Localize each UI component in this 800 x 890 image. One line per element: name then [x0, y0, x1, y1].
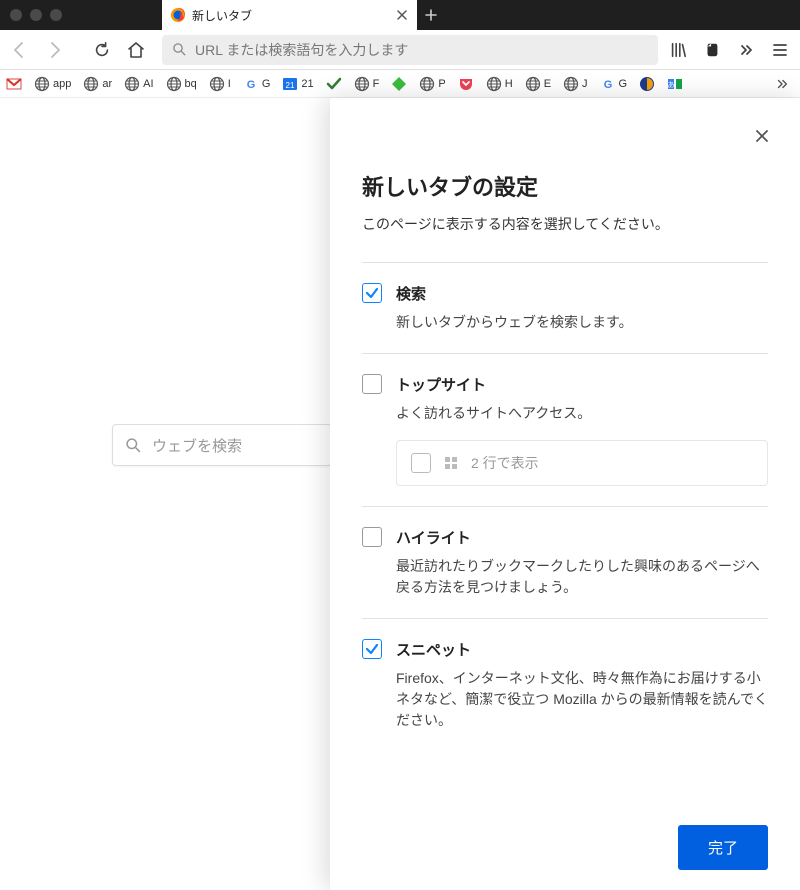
section-highlights: ハイライト 最近訪れたりブックマークしたりした興味のあるページへ戻る方法を見つけ…	[362, 506, 768, 618]
zoom-window[interactable]	[50, 9, 62, 21]
url-bar[interactable]: URL または検索語句を入力します	[162, 35, 658, 65]
bookmark-item[interactable]: app	[34, 76, 71, 92]
newtab-search-placeholder: ウェブを検索	[152, 435, 242, 456]
bookmark-label: I	[228, 78, 231, 90]
topsites-rows-label: 2 行で表示	[471, 453, 539, 473]
bookmark-label: G	[619, 78, 628, 90]
section-topsites: トップサイト よく訪れるサイトへアクセス。 2 行で表示	[362, 353, 768, 506]
bookmark-label: G	[262, 78, 271, 90]
page-content: ウェブを検索 新しいタブの設定 このページに表示する内容を選択してください。 検…	[0, 98, 800, 890]
topsites-rows-option: 2 行で表示	[396, 440, 768, 486]
svg-text:21: 21	[286, 81, 295, 90]
bookmark-label: AI	[143, 78, 153, 90]
bookmark-item[interactable]: 21 21	[282, 76, 313, 92]
section-snippets: スニペット Firefox、インターネット文化、時々無作為にお届けする小ネタなど…	[362, 618, 768, 751]
url-placeholder: URL または検索語句を入力します	[195, 40, 408, 60]
bookmark-item[interactable]: P	[419, 76, 445, 92]
close-window[interactable]	[10, 9, 22, 21]
search-icon	[125, 437, 142, 454]
bookmark-item[interactable]: E	[525, 76, 551, 92]
bookmarks-bar: apparAIbqIGG2121FPHEJGGあ	[0, 70, 800, 98]
evernote-icon[interactable]	[698, 36, 726, 64]
section-highlights-desc: 最近訪れたりブックマークしたりした興味のあるページへ戻る方法を見つけましょう。	[396, 556, 768, 598]
svg-text:あ: あ	[668, 81, 675, 89]
panel-subtitle: このページに表示する内容を選択してください。	[362, 214, 768, 234]
bookmark-item[interactable]: bq	[166, 76, 197, 92]
navigation-toolbar: URL または検索語句を入力します	[0, 30, 800, 70]
bookmark-item[interactable]	[326, 76, 342, 92]
home-button[interactable]	[122, 36, 150, 64]
bookmark-item[interactable]: I	[209, 76, 231, 92]
section-search-title: 検索	[396, 283, 768, 304]
tab-title: 新しいタブ	[192, 7, 389, 24]
bookmark-label: F	[373, 78, 380, 90]
forward-button[interactable]	[40, 36, 68, 64]
bookmark-item[interactable]: AI	[124, 76, 153, 92]
bookmark-gmail[interactable]	[6, 76, 22, 92]
menu-button[interactable]	[766, 36, 794, 64]
svg-text:G: G	[247, 79, 256, 91]
search-icon	[172, 42, 187, 57]
done-button[interactable]: 完了	[678, 825, 768, 870]
section-topsites-title: トップサイト	[396, 374, 768, 395]
window-controls	[0, 9, 62, 21]
library-button[interactable]	[664, 36, 692, 64]
svg-text:G: G	[603, 79, 612, 91]
minimize-window[interactable]	[30, 9, 42, 21]
bookmark-label: E	[544, 78, 551, 90]
section-snippets-desc: Firefox、インターネット文化、時々無作為にお届けする小ネタなど、簡潔で役立…	[396, 668, 768, 731]
panel-footer: 完了	[362, 805, 768, 870]
firefox-icon	[170, 7, 186, 23]
reload-button[interactable]	[88, 36, 116, 64]
bookmark-item[interactable]	[639, 76, 655, 92]
section-highlights-title: ハイライト	[396, 527, 768, 548]
bookmark-item[interactable]: あ	[667, 76, 683, 92]
checkbox-topsites-rows[interactable]	[411, 453, 431, 473]
overflow-button[interactable]	[732, 36, 760, 64]
section-search: 検索 新しいタブからウェブを検索します。	[362, 262, 768, 353]
newtab-settings-panel: 新しいタブの設定 このページに表示する内容を選択してください。 検索 新しいタブ…	[330, 98, 800, 890]
section-search-desc: 新しいタブからウェブを検索します。	[396, 312, 768, 333]
bookmark-item[interactable]	[458, 76, 474, 92]
window-titlebar: 新しいタブ	[0, 0, 800, 30]
section-snippets-title: スニペット	[396, 639, 768, 660]
bookmark-label: P	[438, 78, 445, 90]
bookmark-item[interactable]	[391, 76, 407, 92]
bookmark-label: app	[53, 78, 71, 90]
bookmark-label: 21	[301, 78, 313, 90]
bookmark-item[interactable]: ar	[83, 76, 112, 92]
bookmark-item[interactable]: H	[486, 76, 513, 92]
checkbox-highlights[interactable]	[362, 527, 382, 547]
back-button[interactable]	[6, 36, 34, 64]
close-panel-icon[interactable]	[752, 126, 772, 146]
newtab-search-box[interactable]: ウェブを検索	[112, 424, 332, 466]
panel-title: 新しいタブの設定	[362, 170, 768, 202]
bookmark-item[interactable]: F	[354, 76, 380, 92]
checkbox-snippets[interactable]	[362, 639, 382, 659]
bookmark-item[interactable]: J	[563, 76, 588, 92]
bookmark-label: ar	[102, 78, 112, 90]
close-tab-icon[interactable]	[395, 8, 409, 22]
browser-tab[interactable]: 新しいタブ	[162, 0, 417, 30]
bookmark-label: H	[505, 78, 513, 90]
checkbox-topsites[interactable]	[362, 374, 382, 394]
section-topsites-desc: よく訪れるサイトへアクセス。	[396, 403, 768, 424]
grid-icon	[443, 455, 459, 471]
bookmark-label: bq	[185, 78, 197, 90]
bookmark-label: J	[582, 78, 588, 90]
bookmark-item[interactable]: GG	[243, 76, 271, 92]
checkbox-search[interactable]	[362, 283, 382, 303]
bookmarks-overflow[interactable]	[770, 77, 794, 91]
bookmark-item[interactable]: GG	[600, 76, 628, 92]
new-tab-button[interactable]	[417, 1, 445, 29]
